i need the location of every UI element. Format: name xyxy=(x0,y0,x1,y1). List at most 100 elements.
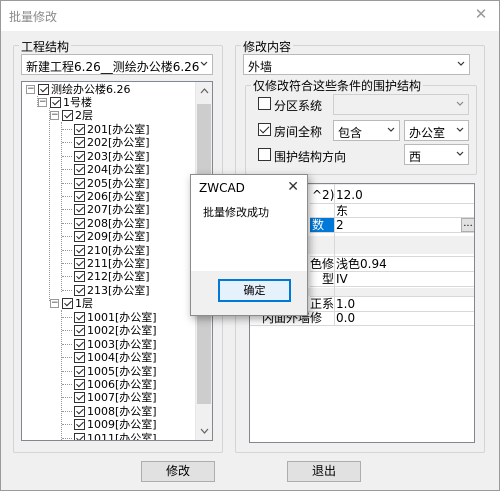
tree-collapse-icon[interactable]: − xyxy=(38,98,47,107)
checkbox-icon[interactable] xyxy=(74,392,85,404)
checkbox-icon[interactable] xyxy=(62,298,73,309)
direction-label: 围护结构方向 xyxy=(274,150,347,164)
modify-button[interactable]: 修改 xyxy=(141,461,215,482)
tree-node-room[interactable]: 1003[办公室] xyxy=(74,338,157,351)
title-bar: 批量修改 ✕ xyxy=(1,1,499,31)
tree-node-room[interactable]: 203[办公室] xyxy=(74,150,150,163)
checkbox-icon[interactable] xyxy=(74,352,85,364)
dialog-message: 批量修改成功 xyxy=(203,206,269,219)
tree-node-room[interactable]: 1009[办公室] xyxy=(74,418,157,431)
tree-node-floor-1[interactable]: 1层 xyxy=(62,297,93,310)
tree-node-floor-2[interactable]: 2层 xyxy=(62,109,93,122)
tree-node-room[interactable]: 204[办公室] xyxy=(74,163,150,176)
room-operator-select[interactable]: 包含 xyxy=(333,120,400,141)
condition-group-label: 仅修改符合这些条件的围护结构 xyxy=(251,77,424,94)
checkbox-icon[interactable] xyxy=(74,284,85,296)
tree-node-room[interactable]: 213[办公室] xyxy=(74,284,150,297)
zone-checkbox[interactable] xyxy=(258,97,271,110)
tree-collapse-icon[interactable]: − xyxy=(50,111,59,120)
checkbox-icon[interactable] xyxy=(74,204,85,216)
prop-name: 正系 xyxy=(310,297,335,311)
tree-node-building[interactable]: 1号楼 xyxy=(50,96,92,109)
checkbox-icon[interactable] xyxy=(74,365,85,377)
tree-collapse-icon[interactable]: − xyxy=(26,85,35,94)
prop-value[interactable]: 1.0 xyxy=(336,297,355,311)
prop-value[interactable]: 2 xyxy=(336,218,344,232)
tree-node-room[interactable]: 210[办公室] xyxy=(74,244,150,257)
ellipsis-button[interactable]: ... xyxy=(461,218,474,232)
checkbox-icon[interactable] xyxy=(74,191,85,202)
direction-checkbox[interactable] xyxy=(258,148,271,161)
chevron-down-icon xyxy=(387,127,395,132)
tree-node-room[interactable]: 201[办公室] xyxy=(74,123,150,136)
dialog-close-icon[interactable]: ✕ xyxy=(287,179,299,195)
scroll-up-icon[interactable] xyxy=(200,88,209,94)
room-checkbox[interactable] xyxy=(258,123,271,136)
checkbox-icon[interactable] xyxy=(74,137,85,149)
checkbox-icon[interactable] xyxy=(74,271,85,283)
checkbox-icon[interactable] xyxy=(74,432,85,440)
checkbox-icon[interactable] xyxy=(74,312,85,323)
tree-node-room[interactable]: 1008[办公室] xyxy=(74,405,157,418)
checkbox-icon[interactable] xyxy=(74,244,85,256)
checkbox-icon[interactable] xyxy=(74,379,85,390)
checkbox-icon[interactable] xyxy=(74,177,85,189)
checkbox-icon[interactable] xyxy=(74,124,85,135)
prop-value[interactable]: IV xyxy=(336,272,348,286)
message-dialog: ZWCAD ✕ 批量修改成功 确定 xyxy=(190,174,308,316)
checkbox-icon[interactable] xyxy=(74,405,85,417)
checkbox-icon[interactable] xyxy=(74,217,85,229)
prop-value[interactable]: 12.0 xyxy=(336,188,363,202)
scroll-down-icon[interactable] xyxy=(200,428,209,434)
tree-node-room[interactable]: 205[办公室] xyxy=(74,177,150,190)
checkbox-icon[interactable] xyxy=(74,164,85,176)
exit-button[interactable]: 退出 xyxy=(287,461,361,482)
prop-name: ^2) xyxy=(312,188,335,202)
chevron-down-icon xyxy=(457,61,465,66)
prop-name: 色修 xyxy=(310,257,335,271)
checkbox-icon[interactable] xyxy=(74,150,85,162)
checkbox-icon[interactable] xyxy=(62,110,73,121)
content-select[interactable]: 外墙 xyxy=(243,54,470,75)
chevron-down-icon xyxy=(456,127,464,132)
room-label: 房间全称 xyxy=(274,125,323,139)
tree-node-room[interactable]: 1011[办公室] xyxy=(74,432,157,440)
tree-node-room[interactable]: 211[办公室] xyxy=(74,257,150,270)
chevron-down-icon xyxy=(200,61,208,66)
tree-node-room[interactable]: 206[办公室] xyxy=(74,190,150,203)
prop-value[interactable]: 东 xyxy=(336,204,348,218)
checkbox-icon[interactable] xyxy=(74,325,85,337)
project-tree[interactable]: − 测绘办公楼6.26 − 1号楼 − 2层 201[办公室] 202[办公室] 2… xyxy=(21,81,213,441)
tree-node-room[interactable]: 1006[办公室] xyxy=(74,378,157,391)
tree-node-room[interactable]: 1001[办公室] xyxy=(74,311,157,324)
prop-name: 型 xyxy=(322,272,335,286)
prop-value[interactable]: 0.0 xyxy=(336,311,355,325)
checkbox-icon[interactable] xyxy=(74,338,85,350)
tree-node-root[interactable]: 测绘办公楼6.26 xyxy=(38,83,131,96)
tree-collapse-icon[interactable]: − xyxy=(50,299,59,308)
direction-select[interactable]: 西 xyxy=(404,144,469,165)
tree-node-room[interactable]: 202[办公室] xyxy=(74,136,150,149)
tree-node-room[interactable]: 1007[办公室] xyxy=(74,391,157,404)
checkbox-icon[interactable] xyxy=(74,231,85,243)
modify-content-label: 修改内容 xyxy=(241,38,294,55)
checkbox-icon[interactable] xyxy=(38,84,49,95)
window-close-icon[interactable]: ✕ xyxy=(473,5,489,25)
content-select-value: 外墙 xyxy=(248,60,273,74)
checkbox-icon[interactable] xyxy=(74,419,85,431)
project-select[interactable]: 新建工程6.26__测绘办公楼6.26 xyxy=(21,54,213,75)
prop-value[interactable]: 浅色0.94 xyxy=(336,257,387,271)
tree-node-room[interactable]: 209[办公室] xyxy=(74,230,150,243)
tree-node-room[interactable]: 1004[办公室] xyxy=(74,351,157,364)
zone-select[interactable] xyxy=(333,94,469,115)
tree-node-room[interactable]: 1002[办公室] xyxy=(74,324,157,337)
tree-node-room[interactable]: 212[办公室] xyxy=(74,270,150,283)
checkbox-icon[interactable] xyxy=(50,97,61,108)
tree-node-room[interactable]: 1005[办公室] xyxy=(74,365,157,378)
tree-node-room[interactable]: 208[办公室] xyxy=(74,217,150,230)
checkbox-icon[interactable] xyxy=(74,258,85,269)
project-structure-label: 工程结构 xyxy=(19,38,72,55)
ok-button[interactable]: 确定 xyxy=(218,279,291,302)
tree-node-room[interactable]: 207[办公室] xyxy=(74,203,150,216)
room-value-select[interactable]: 办公室 xyxy=(404,120,469,141)
